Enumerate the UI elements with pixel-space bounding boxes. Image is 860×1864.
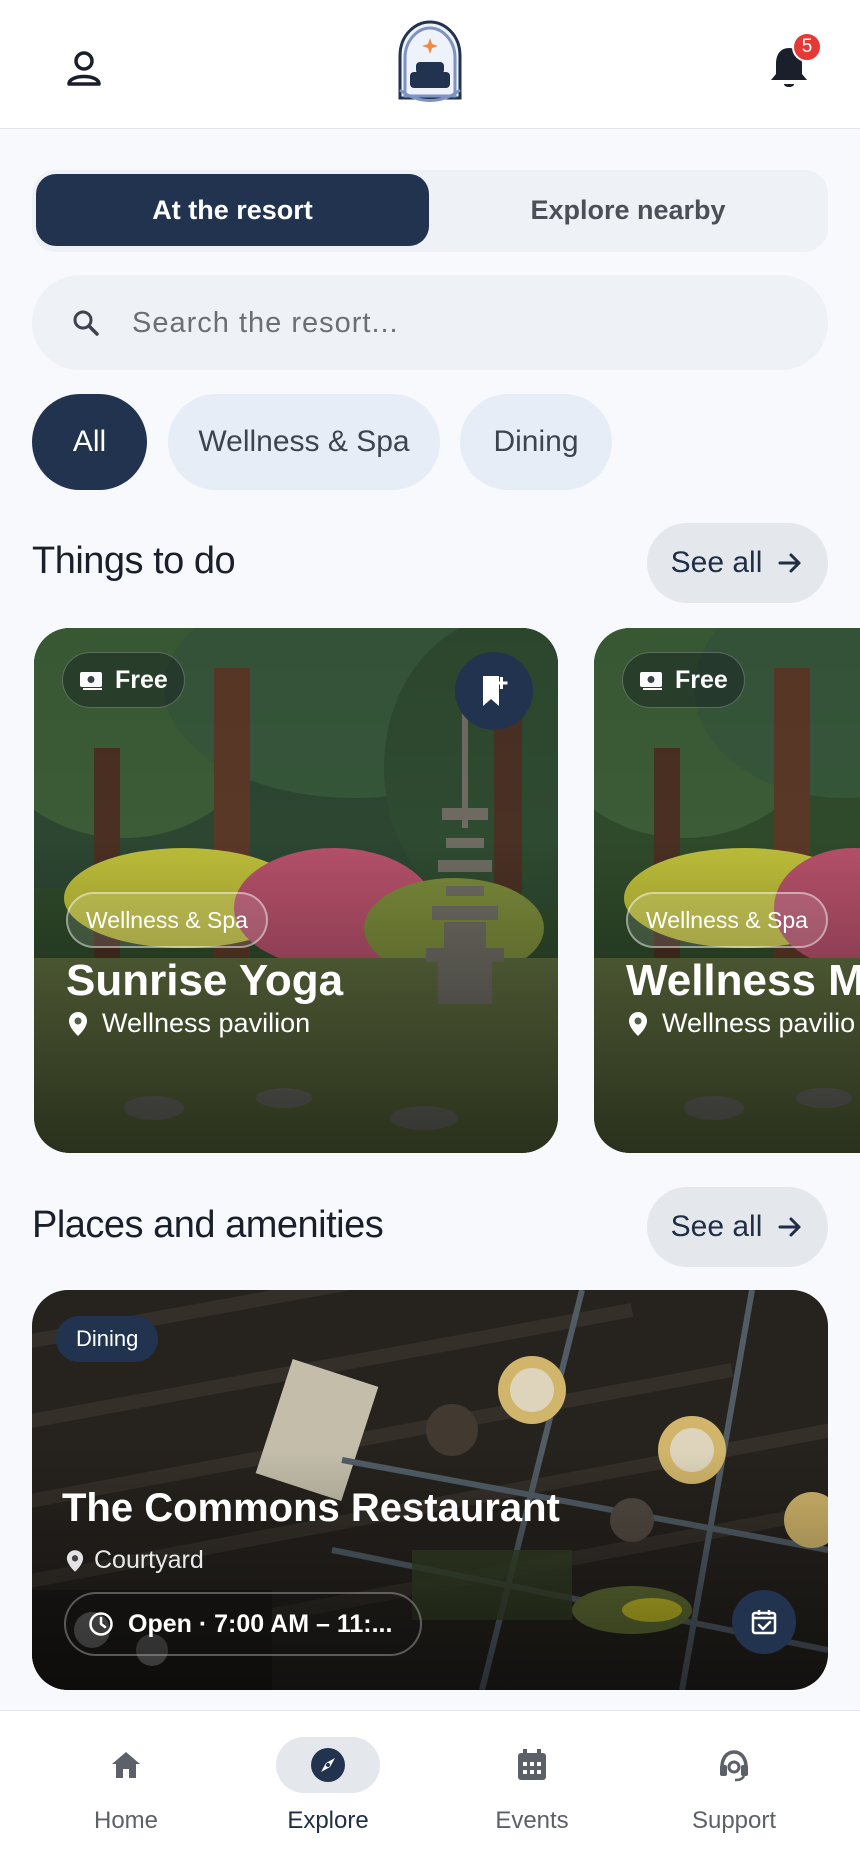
location-pin-icon [69,1011,87,1036]
search-input[interactable] [132,299,782,347]
nav-home-label: Home [93,1807,159,1834]
calendar-check-icon [751,1610,777,1635]
search-icon [73,310,99,336]
nav-support-label: Support [691,1807,777,1834]
location-pin-icon [629,1011,647,1036]
nav-events-icon-wrap [480,1737,584,1793]
filter-chip-wellness-spa[interactable]: Wellness & Spa [168,394,440,490]
place-location: Courtyard [66,1546,204,1575]
nav-home[interactable]: Home [56,1737,196,1847]
bookmark-add-icon [483,676,508,706]
card-title: Sunrise Yoga [66,956,344,1005]
arrow-right-icon [778,553,801,573]
compass-icon [311,1748,345,1782]
card-location: Wellness pavilio [628,1008,855,1039]
things-to-do-heading: Things to do [32,540,236,582]
place-title: The Commons Restaurant [62,1486,560,1530]
tab-at-the-resort[interactable]: At the resort [36,174,429,246]
card-title: Wellness Ma [626,956,860,1005]
add-to-calendar-button[interactable] [732,1590,796,1654]
nav-support-icon-wrap [682,1737,786,1793]
profile-button[interactable] [60,44,108,92]
nav-events[interactable]: Events [462,1737,602,1847]
person-icon [67,51,101,86]
location-pin-icon [66,1549,84,1572]
app-header: 5 [0,0,860,129]
price-badge: Free [622,652,745,708]
see-all-label: See all [670,1210,763,1243]
category-tag: Dining [56,1316,159,1362]
places-heading: Places and amenities [32,1204,384,1246]
price-label: Free [675,665,728,694]
home-icon [112,1752,140,1778]
arrow-right-icon [778,1217,801,1237]
activity-card[interactable]: Free Wellness & Spa Wellness Ma Wellness… [594,628,860,1153]
nav-explore[interactable]: Explore [258,1737,398,1847]
places-see-all-button[interactable]: See all [647,1187,828,1267]
location-label: Wellness pavilion [102,1008,311,1038]
filter-chip-dining[interactable]: Dining [460,394,612,490]
nav-explore-icon-wrap [276,1737,380,1793]
tab-explore-nearby[interactable]: Explore nearby [432,174,824,246]
ticket-icon [80,672,102,690]
bookmark-button[interactable] [455,652,533,730]
opening-hours-label: Open · 7:00 AM – 11:... [128,1609,393,1638]
nav-events-label: Events [495,1807,569,1834]
nav-home-icon-wrap [74,1737,178,1793]
notification-badge: 5 [792,32,822,62]
price-badge: Free [62,652,185,708]
nav-explore-label: Explore [287,1807,369,1834]
nav-support[interactable]: Support [664,1737,804,1847]
category-badge: Wellness & Spa [66,892,268,948]
card-location: Wellness pavilion [68,1008,310,1039]
bottom-navigation: Home Explore Events Support [0,1710,860,1864]
calendar-icon [518,1749,546,1780]
clock-icon [89,1612,113,1636]
headset-icon [720,1750,748,1782]
place-card[interactable]: Dining The Commons Restaurant Courtyard … [32,1290,828,1690]
things-to-do-see-all-button[interactable]: See all [647,523,828,603]
place-location-label: Courtyard [94,1546,204,1574]
ticket-icon [640,672,662,690]
price-label: Free [115,665,168,694]
category-badge: Wellness & Spa [626,892,828,948]
resort-logo[interactable] [390,18,470,110]
filter-chip-all[interactable]: All [32,394,147,490]
opening-hours-pill: Open · 7:00 AM – 11:... [64,1592,422,1656]
location-label: Wellness pavilio [662,1008,856,1038]
see-all-label: See all [670,546,763,579]
location-segmented-control: At the resort Explore nearby [32,170,828,252]
resort-bed-logo-icon [398,20,462,102]
search-bar [32,275,828,370]
activity-card[interactable]: Free Wellness & Spa Sunrise Yoga Wellnes… [34,628,558,1153]
card-gradient [594,628,860,1153]
